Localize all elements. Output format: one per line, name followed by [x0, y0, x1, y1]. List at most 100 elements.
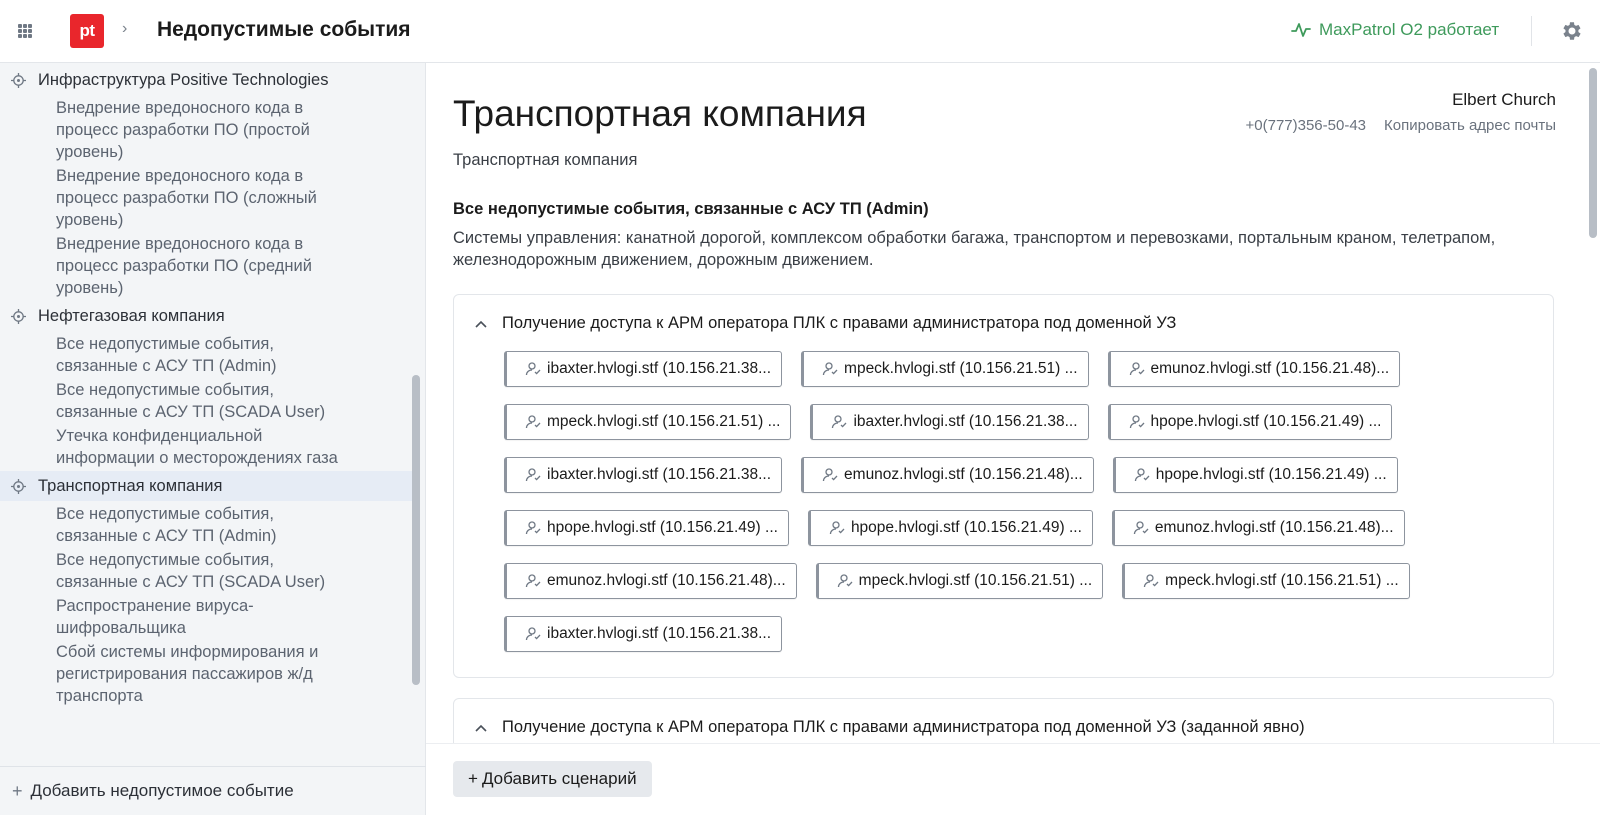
asset-chip[interactable]: hpope.hvlogi.stf (10.156.21.49) ... [504, 510, 789, 546]
status-text: MaxPatrol O2 работает [1319, 20, 1500, 39]
user-icon [837, 574, 853, 588]
section-title: Все недопустимые события, связанные с АС… [453, 200, 929, 218]
asset-chip-label: mpeck.hvlogi.stf (10.156.21.51) ... [844, 360, 1078, 377]
asset-chip-label: ibaxter.hvlogi.stf (10.156.21.38... [853, 413, 1078, 430]
pulse-icon [1291, 23, 1311, 37]
user-icon [525, 415, 541, 429]
chip-row: ibaxter.hvlogi.stf (10.156.21.38... emuno… [504, 457, 1504, 510]
asset-chip[interactable]: ibaxter.hvlogi.stf (10.156.21.38... [504, 457, 783, 493]
scenario-header[interactable]: Получение доступа к АРМ оператора ПЛК с … [474, 718, 1305, 737]
contact-phone: +0(777)356-50-43 [1245, 117, 1367, 134]
asset-chip[interactable]: emunoz.hvlogi.stf (10.156.21.48)... [504, 563, 797, 599]
contact-row: +0(777)356-50-43 Копировать адрес почты [1246, 117, 1557, 134]
sidebar-group-label: Транспортная компания [38, 476, 223, 495]
asset-chip[interactable]: mpeck.hvlogi.stf (10.156.21.51) ... [1122, 563, 1410, 599]
company-title: Транспортная компания [453, 93, 867, 134]
contact-name: Elbert Church [1452, 90, 1556, 109]
target-icon [11, 479, 26, 494]
sidebar-group-transport[interactable]: Транспортная компания [0, 471, 412, 501]
asset-chip-label: hpope.hvlogi.stf (10.156.21.49) ... [850, 519, 1082, 536]
chip-row: ibaxter.hvlogi.stf (10.156.21.38... mpeck… [504, 351, 1504, 404]
asset-chip-label: emunoz.hvlogi.stf (10.156.21.48)... [547, 572, 786, 589]
asset-chip[interactable]: ibaxter.hvlogi.stf (10.156.21.38... [504, 616, 783, 652]
user-icon [1129, 415, 1144, 429]
asset-chip-label: hpope.hvlogi.stf (10.156.21.49) ... [547, 519, 778, 536]
asset-chip-label: ibaxter.hvlogi.stf (10.156.21.38... [547, 466, 772, 483]
add-scenario-label: Добавить сценарий [481, 769, 637, 788]
sidebar-group-label: Инфраструктура Positive Technologies [38, 70, 329, 89]
asset-chip[interactable]: hpope.hvlogi.stf (10.156.21.49) ... [1107, 404, 1393, 440]
divider [1531, 16, 1532, 46]
sidebar-item[interactable]: Внедрение вредоносного кода в процесс ра… [0, 165, 412, 231]
user-icon [832, 415, 847, 429]
sidebar-item[interactable]: Все недопустимые события, связанные с АС… [0, 333, 412, 377]
user-icon [1133, 521, 1149, 535]
scenario-title: Получение доступа к АРМ оператора ПЛК с … [502, 718, 1305, 736]
pt-logo[interactable]: pt [70, 14, 104, 48]
asset-chip-label: hpope.hvlogi.stf (10.156.21.49) ... [1155, 466, 1387, 483]
asset-chip-label: mpeck.hvlogi.stf (10.156.21.51) ... [858, 572, 1093, 589]
asset-chip-label: mpeck.hvlogi.stf (10.156.21.51) ... [547, 413, 781, 430]
asset-chip[interactable]: ibaxter.hvlogi.stf (10.156.21.38... [810, 404, 1089, 440]
user-icon [1129, 362, 1144, 376]
sidebar-item[interactable]: Внедрение вредоносного кода в процесс ра… [0, 97, 412, 163]
asset-chip-label: ibaxter.hvlogi.stf (10.156.21.38... [547, 360, 772, 377]
asset-chip[interactable]: mpeck.hvlogi.stf (10.156.21.51) ... [815, 563, 1104, 599]
asset-chip-label: emunoz.hvlogi.stf (10.156.21.48)... [844, 466, 1083, 483]
asset-chip[interactable]: ibaxter.hvlogi.stf (10.156.21.38... [504, 351, 783, 387]
sidebar-group-label: Нефтегазовая компания [38, 306, 225, 325]
chevron-right-icon: › [122, 20, 128, 37]
plus-icon: + [468, 769, 478, 788]
asset-chip-label: ibaxter.hvlogi.stf (10.156.21.38... [547, 625, 772, 642]
sidebar-item[interactable]: Все недопустимые события, связанные с АС… [0, 379, 412, 423]
sidebar-tree: Инфраструктура Positive Technologies Вне… [0, 63, 412, 766]
asset-chip[interactable]: mpeck.hvlogi.stf (10.156.21.51) ... [801, 351, 1089, 387]
chip-row: mpeck.hvlogi.stf (10.156.21.51) ... ibaxt… [504, 404, 1504, 457]
asset-chip[interactable]: emunoz.hvlogi.stf (10.156.21.48)... [1107, 351, 1401, 387]
sidebar-item[interactable]: Утечка конфиденциальной информации о мес… [0, 425, 412, 469]
gear-icon[interactable] [1560, 19, 1584, 43]
sidebar-item[interactable]: Сбой системы информирования и регистриро… [0, 641, 412, 707]
apps-grid-icon[interactable] [18, 24, 32, 38]
asset-chip-label: emunoz.hvlogi.stf (10.156.21.48)... [1154, 519, 1394, 536]
asset-chip[interactable]: hpope.hvlogi.stf (10.156.21.49) ... [807, 510, 1093, 546]
asset-chip-label: emunoz.hvlogi.stf (10.156.21.48)... [1150, 360, 1390, 377]
sidebar-item[interactable]: Все недопустимые события, связанные с АС… [0, 549, 412, 593]
chip-row: ibaxter.hvlogi.stf (10.156.21.38... [504, 616, 1504, 669]
sidebar-item[interactable]: Внедрение вредоносного кода в процесс ра… [0, 233, 412, 299]
section-description: Системы управления: канатной дорогой, ко… [453, 229, 1496, 269]
main-scrollbar[interactable] [1589, 68, 1597, 238]
scenario-title: Получение доступа к АРМ оператора ПЛК с … [502, 314, 1177, 332]
asset-chip[interactable]: hpope.hvlogi.stf (10.156.21.49) ... [1112, 457, 1398, 493]
sidebar-group-pt[interactable]: Инфраструктура Positive Technologies [0, 65, 412, 95]
user-icon [829, 521, 845, 535]
sidebar-item[interactable]: Распространение вируса-шифровальщика [0, 595, 412, 639]
asset-chip[interactable]: emunoz.hvlogi.stf (10.156.21.48)... [1111, 510, 1405, 546]
asset-chip[interactable]: mpeck.hvlogi.stf (10.156.21.51) ... [504, 404, 792, 440]
user-icon [525, 574, 541, 588]
scenario-header[interactable]: Получение доступа к АРМ оператора ПЛК с … [474, 314, 1176, 333]
add-event-button[interactable]: + Добавить недопустимое событие [0, 766, 426, 815]
chevron-up-icon[interactable] [474, 317, 488, 331]
add-event-label: Добавить недопустимое событие [30, 781, 294, 800]
system-status[interactable]: MaxPatrol O2 работает [1291, 20, 1499, 40]
add-scenario-button[interactable]: + Добавить сценарий [453, 761, 652, 797]
sidebar-group-oil-gas[interactable]: Нефтегазовая компания [0, 301, 412, 331]
sidebar: Инфраструктура Positive Technologies Вне… [0, 63, 426, 815]
asset-chip[interactable]: emunoz.hvlogi.stf (10.156.21.48)... [801, 457, 1094, 493]
user-icon [822, 468, 838, 482]
bottom-bar: + Добавить сценарий [426, 743, 1600, 815]
target-icon [11, 309, 26, 324]
user-icon [525, 627, 541, 641]
copy-email-link[interactable]: Копировать адрес почты [1384, 117, 1556, 134]
user-icon [1134, 468, 1150, 482]
chevron-up-icon[interactable] [474, 721, 488, 735]
user-icon [525, 468, 541, 482]
user-icon [525, 521, 541, 535]
sidebar-item[interactable]: Все недопустимые события, связанные с АС… [0, 503, 412, 547]
scenario-card: Получение доступа к АРМ оператора ПЛК с … [453, 698, 1554, 743]
page-title: Недопустимые события [157, 18, 411, 41]
top-bar: pt › Недопустимые события MaxPatrol O2 р… [0, 0, 1600, 63]
main-content: Транспортная компания Транспортная компа… [426, 63, 1586, 743]
sidebar-scrollbar[interactable] [412, 375, 420, 685]
